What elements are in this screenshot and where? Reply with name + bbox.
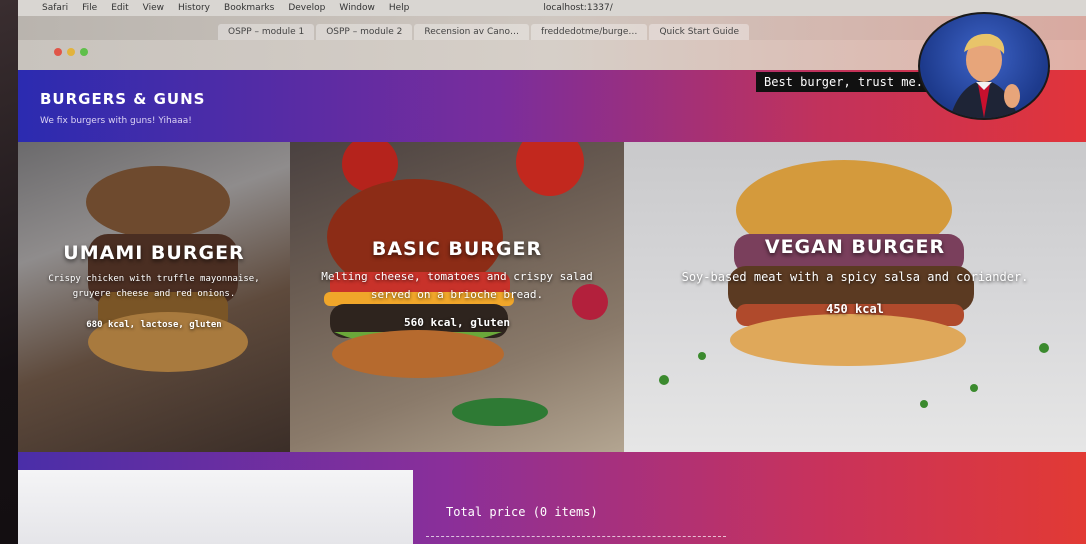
site-header: BURGERS & GUNS We fix burgers with guns!… xyxy=(18,12,1086,142)
burger-description: Melting cheese, tomatoes and crispy sala… xyxy=(321,270,593,301)
avatar xyxy=(918,12,1050,120)
maximize-window-button[interactable] xyxy=(80,48,88,56)
burger-title: UMAMI BURGER xyxy=(63,242,245,264)
site-subtitle: We fix burgers with guns! Yihaaa! xyxy=(40,116,192,126)
menu-item[interactable]: Edit xyxy=(111,0,128,16)
menu-item[interactable]: File xyxy=(82,0,97,16)
address-text[interactable]: localhost:1337/ xyxy=(543,0,612,16)
menu-item[interactable]: History xyxy=(178,0,210,16)
burger-illustration xyxy=(659,160,1049,408)
window-controls xyxy=(54,48,88,56)
burger-title: VEGAN BURGER xyxy=(764,236,946,258)
browser-tab[interactable]: Recension av Cano… xyxy=(414,24,529,40)
browser-tab[interactable]: Quick Start Guide xyxy=(649,24,750,40)
burger-menu: UMAMI BURGER Crispy chicken with truffle… xyxy=(18,142,1086,452)
avatar-portrait xyxy=(950,33,1020,118)
menu-item[interactable]: Help xyxy=(389,0,410,16)
burger-nutrition: 450 kcal xyxy=(826,302,884,316)
browser-tabbar: OSPP – module 1 OSPP – module 2 Recensio… xyxy=(18,16,1086,40)
menu-item[interactable]: Window xyxy=(339,0,375,16)
burger-title: BASIC BURGER xyxy=(371,238,543,260)
burger-description: Crispy chicken with truffle mayonnaise, … xyxy=(48,274,260,299)
page: BURGERS & GUNS We fix burgers with guns!… xyxy=(18,12,1086,544)
customer-info-panel xyxy=(18,470,413,544)
menu-item[interactable]: View xyxy=(143,0,164,16)
burger-nutrition: 680 kcal, lactose, gluten xyxy=(86,320,222,330)
browser-tab[interactable]: OSPP – module 1 xyxy=(218,24,315,40)
burger-card-vegan[interactable]: VEGAN BURGER Soy-based meat with a spicy… xyxy=(624,142,1086,452)
total-price: Total price (0 items) xyxy=(446,505,598,519)
menu-item[interactable]: Safari xyxy=(42,0,68,16)
site-title: BURGERS & GUNS xyxy=(40,90,206,108)
menu-item[interactable]: Bookmarks xyxy=(224,0,274,16)
minimize-window-button[interactable] xyxy=(67,48,75,56)
order-section: Total price (0 items) xyxy=(18,452,1086,544)
browser-tab[interactable]: OSPP – module 2 xyxy=(316,24,413,40)
speech-bubble: Best burger, trust me. xyxy=(756,72,931,92)
menu-item[interactable]: Develop xyxy=(288,0,325,16)
burger-nutrition: 560 kcal, gluten xyxy=(404,316,510,329)
screen: Safari File Edit View History Bookmarks … xyxy=(18,0,1086,544)
burger-card-umami[interactable]: UMAMI BURGER Crispy chicken with truffle… xyxy=(18,142,290,452)
divider xyxy=(426,536,726,537)
browser-tab[interactable]: freddedotme/burge… xyxy=(530,24,648,40)
close-window-button[interactable] xyxy=(54,48,62,56)
burger-description: Soy-based meat with a spicy salsa and co… xyxy=(681,270,1029,284)
burger-card-basic[interactable]: BASIC BURGER Melting cheese, tomatoes an… xyxy=(290,142,624,452)
os-menubar: Safari File Edit View History Bookmarks … xyxy=(18,0,1086,16)
